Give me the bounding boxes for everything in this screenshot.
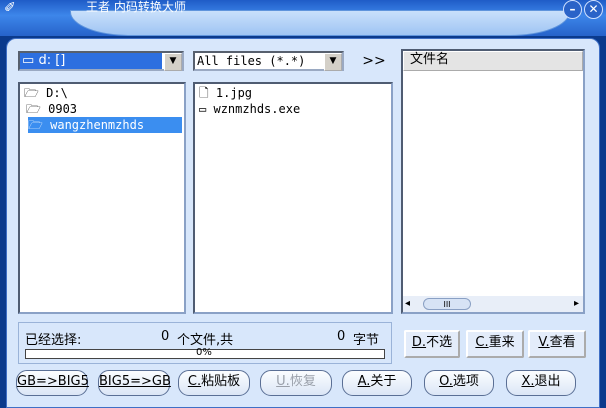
horizontal-scrollbar[interactable]: ◂ III ▸ bbox=[403, 296, 583, 312]
chevron-down-icon[interactable]: ▼ bbox=[324, 53, 342, 71]
open-folder-icon: 🗁 bbox=[28, 118, 43, 132]
scroll-right-icon[interactable]: ▸ bbox=[574, 296, 579, 312]
gb-to-big5-button[interactable]: GB=>BIG5 bbox=[16, 370, 89, 396]
open-folder-icon: 🗁 bbox=[26, 102, 41, 116]
file-filter-select[interactable]: All files (*.*) ▼ bbox=[193, 51, 344, 71]
view-button[interactable]: V.查看 bbox=[528, 330, 586, 358]
file-list[interactable]: 🗋 1.jpg ▭ wznmzhds.exe bbox=[193, 82, 393, 314]
app-logo-icon[interactable]: ✐ bbox=[4, 0, 28, 16]
column-header-filename[interactable]: 文件名 bbox=[403, 51, 583, 71]
reset-button[interactable]: C.重来 bbox=[466, 330, 524, 358]
deselect-button[interactable]: D.不选 bbox=[404, 330, 460, 358]
file-item-1jpg[interactable]: 🗋 1.jpg bbox=[199, 85, 252, 101]
close-icon[interactable]: ✕ bbox=[584, 0, 603, 19]
window-title: 王者 内码转换大师 bbox=[86, 0, 186, 14]
scrollbar-thumb[interactable]: III bbox=[423, 298, 471, 310]
file-icon: 🗋 bbox=[199, 86, 209, 100]
restore-button: U.恢复 bbox=[260, 370, 332, 396]
scroll-left-icon[interactable]: ◂ bbox=[405, 296, 410, 312]
drive-icon: ▭ bbox=[22, 53, 35, 68]
file-item-wznmzhds-exe[interactable]: ▭ wznmzhds.exe bbox=[199, 101, 300, 117]
byte-count-unit: 字节 bbox=[353, 333, 380, 348]
progress-text: 0% bbox=[196, 347, 212, 358]
drive-select[interactable]: ▭ d: [] ▼ bbox=[18, 51, 184, 71]
big5-to-gb-button[interactable]: BIG5=>GB bbox=[98, 370, 171, 396]
selected-files-list[interactable]: 文件名 ◂ III ▸ bbox=[401, 49, 585, 314]
file-count-unit: 个文件,共 bbox=[177, 333, 234, 348]
exit-button[interactable]: X.退出 bbox=[506, 370, 576, 396]
about-button[interactable]: A.关于 bbox=[342, 370, 412, 396]
status-panel: 已经选择: 0 个文件,共 0 字节 0% bbox=[18, 322, 392, 364]
minimize-icon[interactable]: – bbox=[563, 0, 582, 19]
open-folder-icon: 🗁 bbox=[24, 86, 39, 100]
byte-count: 0 bbox=[337, 329, 346, 344]
clipboard-button[interactable]: C.粘贴板 bbox=[178, 370, 250, 396]
drive-select-value: ▭ d: [] bbox=[20, 53, 162, 69]
chevron-down-icon[interactable]: ▼ bbox=[164, 53, 182, 71]
folder-item-wangzhenmzhds[interactable]: 🗁 wangzhenmzhds bbox=[28, 117, 182, 133]
folder-item-root[interactable]: 🗁 D:\ bbox=[24, 85, 68, 101]
file-count: 0 bbox=[161, 329, 170, 344]
add-files-button[interactable]: >> bbox=[360, 51, 388, 71]
status-prefix: 已经选择: bbox=[25, 333, 82, 348]
progress-bar: 0% bbox=[25, 347, 385, 359]
application-icon: ▭ bbox=[199, 102, 207, 116]
options-button[interactable]: O.选项 bbox=[424, 370, 494, 396]
folder-item-0903[interactable]: 🗁 0903 bbox=[26, 101, 77, 117]
folder-tree[interactable]: 🗁 D:\ 🗁 0903 🗁 wangzhenmzhds bbox=[18, 82, 186, 314]
